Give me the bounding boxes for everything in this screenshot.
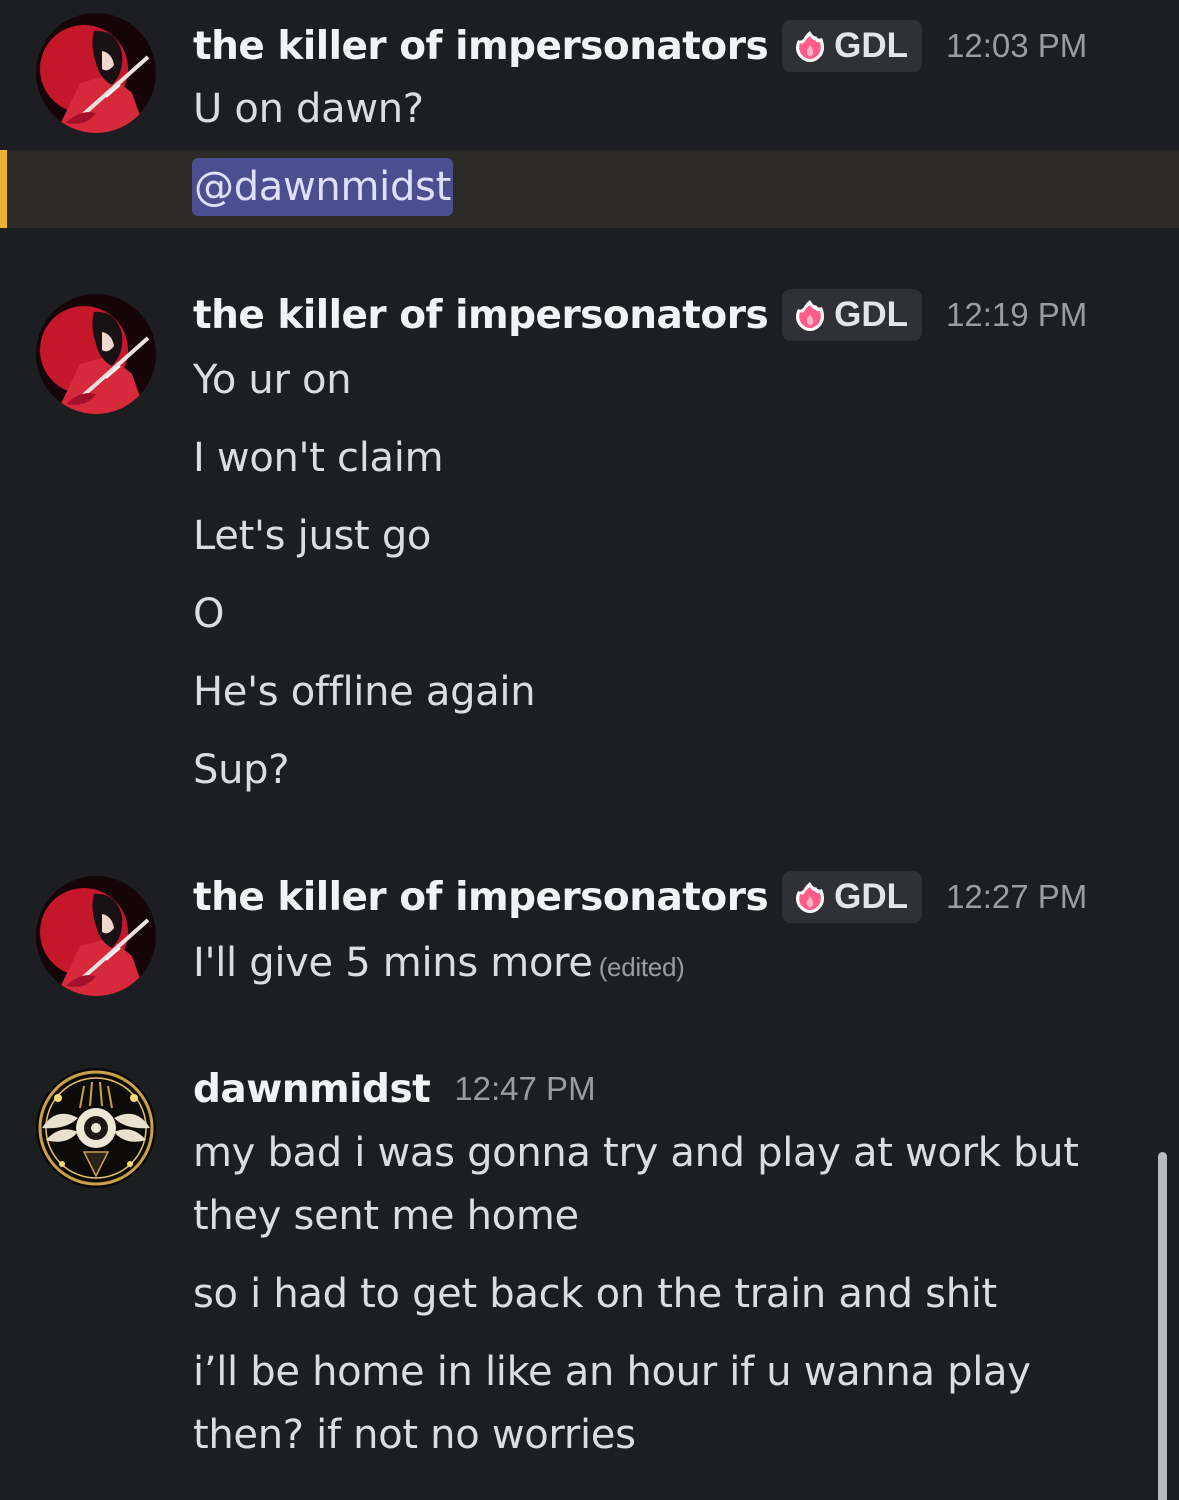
- guild-tag-label: GDL: [834, 26, 909, 65]
- guild-tag[interactable]: GDL: [782, 289, 923, 341]
- guild-tag-label: GDL: [834, 877, 909, 916]
- guild-tag[interactable]: GDL: [782, 871, 923, 923]
- message-text: I'll give 5 mins more (edited): [193, 932, 685, 998]
- guild-tag[interactable]: GDL: [782, 20, 923, 72]
- username[interactable]: the killer of impersonators: [193, 293, 769, 338]
- message-text: my bad i was gonna try and play at work …: [193, 1130, 1079, 1176]
- guild-tag-label: GDL: [834, 295, 909, 334]
- timestamp: 12:47 PM: [454, 1070, 596, 1107]
- message-text: O: [193, 591, 225, 637]
- pink-flame-icon: [796, 882, 825, 913]
- message-text: I won't claim: [193, 435, 444, 481]
- message-text-content: I'll give 5 mins more: [193, 940, 593, 986]
- message-header: the killer of impersonators GDL 12:19 PM: [193, 285, 1087, 345]
- message-header: dawnmidst 12:47 PM: [193, 1059, 596, 1119]
- user-avatar[interactable]: [36, 876, 156, 996]
- message-text: i’ll be home in like an hour if u wanna …: [193, 1349, 1031, 1395]
- message-header: the killer of impersonators GDL 12:27 PM: [193, 867, 1087, 927]
- message-text: Let's just go: [193, 513, 432, 559]
- mention-highlight-row: @dawnmidst: [0, 150, 1179, 228]
- message-text: Yo ur on: [193, 357, 352, 403]
- username[interactable]: the killer of impersonators: [193, 875, 769, 920]
- pink-flame-icon: [796, 31, 825, 62]
- message-text: He's offline again: [193, 669, 536, 715]
- user-avatar[interactable]: [36, 13, 156, 133]
- timestamp: 12:19 PM: [946, 296, 1088, 333]
- user-avatar[interactable]: [36, 294, 156, 414]
- scrollbar-thumb[interactable]: [1158, 1152, 1167, 1500]
- message-text: so i had to get back on the train and sh…: [193, 1271, 997, 1317]
- message-text: then? if not no worries: [193, 1412, 636, 1458]
- message-text: they sent me home: [193, 1193, 579, 1239]
- user-avatar[interactable]: [36, 1068, 156, 1188]
- mention-indicator-bar: [0, 150, 7, 228]
- message-text: U on dawn?: [193, 86, 424, 132]
- message-text: Sup?: [193, 747, 290, 793]
- message-header: the killer of impersonators GDL 12:03 PM: [193, 16, 1087, 76]
- edited-label: (edited): [598, 952, 685, 982]
- timestamp: 12:27 PM: [946, 878, 1088, 915]
- pink-flame-icon: [796, 300, 825, 331]
- username[interactable]: dawnmidst: [193, 1067, 431, 1112]
- user-mention[interactable]: @dawnmidst: [192, 158, 453, 216]
- timestamp: 12:03 PM: [946, 27, 1088, 64]
- username[interactable]: the killer of impersonators: [193, 24, 769, 69]
